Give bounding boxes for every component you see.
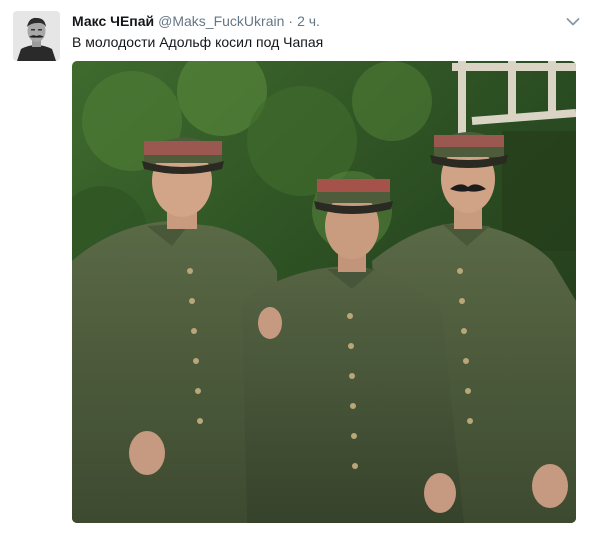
separator-dot: · (288, 13, 294, 29)
tweet-photo[interactable] (72, 61, 576, 523)
avatar[interactable] (13, 11, 60, 61)
tweet: Макс ЧЕпай @Maks_FuckUkrain · 2 ч. В мол… (0, 0, 594, 536)
chevron-down-icon[interactable] (566, 14, 580, 26)
avatar-photo (13, 11, 60, 61)
display-name[interactable]: Макс ЧЕпай (72, 12, 154, 30)
user-handle[interactable]: @Maks_FuckUkrain (158, 12, 284, 30)
timestamp[interactable]: 2 ч. (297, 12, 320, 30)
tweet-header: Макс ЧЕпай @Maks_FuckUkrain · 2 ч. (72, 12, 320, 30)
tweet-text: В молодости Адольф косил под Чапая (72, 34, 324, 50)
photo-image (72, 61, 576, 523)
